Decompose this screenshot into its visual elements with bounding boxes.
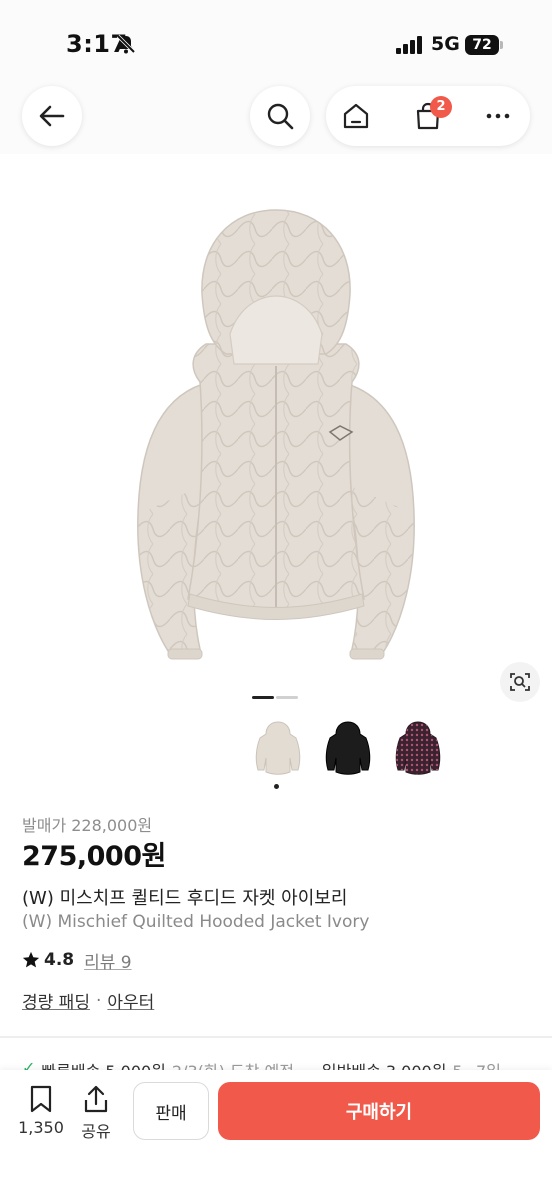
signal-icon bbox=[396, 36, 422, 54]
category-link-outer[interactable]: 아우터 bbox=[107, 988, 154, 1013]
sell-button[interactable]: 판매 bbox=[133, 1082, 209, 1140]
category-link-lightweight-padding[interactable]: 경량 패딩 bbox=[22, 988, 90, 1013]
back-button[interactable] bbox=[22, 86, 82, 146]
product-title-korean: (W) 미스치프 퀼티드 후디드 자켓 아이보리 bbox=[22, 888, 348, 909]
share-icon bbox=[84, 1085, 108, 1113]
original-price: 발매가 228,000원 bbox=[22, 816, 153, 835]
header: 2 bbox=[0, 84, 552, 154]
home-button[interactable] bbox=[326, 86, 386, 146]
star-icon bbox=[22, 951, 40, 968]
product-image[interactable] bbox=[0, 154, 552, 710]
rating-row: 4.8 리뷰 9 bbox=[22, 948, 132, 973]
category-separator: · bbox=[95, 990, 102, 1011]
search-button[interactable] bbox=[250, 86, 310, 146]
bottom-action-bar: 1,350 공유 판매 구매하기 bbox=[0, 1070, 552, 1200]
review-link[interactable]: 리뷰 9 bbox=[84, 948, 132, 973]
more-dots-icon bbox=[486, 113, 510, 119]
jacket-thumbnail-ivory bbox=[255, 721, 301, 775]
buy-button[interactable]: 구매하기 bbox=[218, 1082, 540, 1140]
share-label: 공유 bbox=[81, 1122, 111, 1141]
rating-value: 4.8 bbox=[44, 950, 75, 970]
cart-count-badge: 2 bbox=[430, 96, 452, 118]
arrow-left-icon bbox=[39, 105, 65, 127]
jacket-illustration bbox=[137, 209, 415, 660]
current-price: 275,000원 bbox=[22, 841, 166, 872]
wishlist-button[interactable]: 1,350 bbox=[16, 1084, 66, 1137]
more-button[interactable] bbox=[468, 86, 528, 146]
thumbnail-black[interactable] bbox=[320, 718, 376, 778]
thumbnail-ivory[interactable] bbox=[250, 718, 306, 778]
image-pager bbox=[252, 696, 300, 700]
cart-button[interactable] bbox=[398, 86, 458, 146]
battery-level: 72 bbox=[465, 35, 499, 55]
jacket-thumbnail-black bbox=[325, 721, 371, 775]
section-divider bbox=[0, 1036, 552, 1038]
image-search-button[interactable] bbox=[500, 662, 540, 702]
jacket-thumbnail-purple bbox=[395, 721, 441, 775]
wishlist-count: 1,350 bbox=[18, 1118, 64, 1137]
bookmark-icon bbox=[30, 1085, 52, 1113]
bell-muted-icon bbox=[116, 34, 136, 54]
thumbnail-purple-pattern[interactable] bbox=[390, 718, 446, 778]
pager-segment-active bbox=[252, 696, 274, 699]
network-type: 5G bbox=[431, 33, 460, 55]
home-icon bbox=[343, 103, 369, 129]
lens-scan-icon bbox=[510, 673, 530, 691]
header-actions: 2 bbox=[326, 86, 530, 146]
pager-segment bbox=[276, 696, 298, 699]
battery-icon: 72 bbox=[465, 35, 503, 55]
search-icon bbox=[267, 103, 294, 130]
category-breadcrumb: 경량 패딩 · 아우터 bbox=[22, 988, 154, 1014]
product-title-english: (W) Mischief Quilted Hooded Jacket Ivory bbox=[22, 912, 370, 932]
selected-thumbnail-dot bbox=[274, 784, 279, 789]
share-button[interactable]: 공유 bbox=[71, 1084, 121, 1142]
status-bar: 3:17 5G 72 bbox=[0, 0, 552, 84]
color-thumbnails bbox=[250, 718, 450, 798]
